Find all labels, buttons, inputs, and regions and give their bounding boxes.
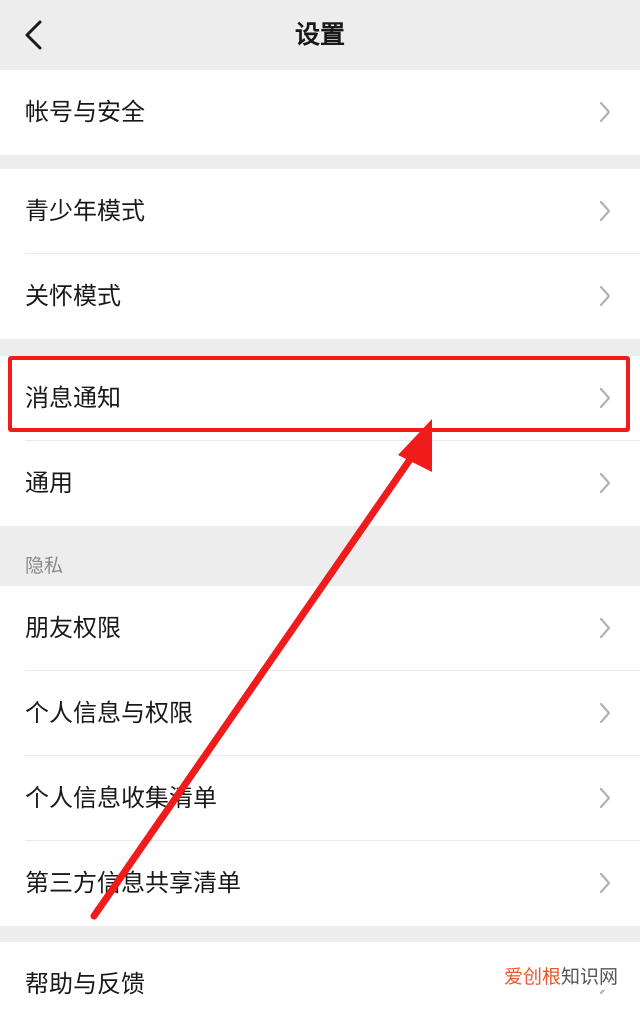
highlight-box	[8, 356, 630, 432]
settings-group-privacy: 朋友权限 个人信息与权限 个人信息收集清单 第三方信息共享清单	[0, 586, 640, 926]
chevron-right-icon	[599, 702, 611, 724]
page-title: 设置	[294, 20, 345, 49]
chevron-right-icon	[599, 787, 611, 809]
chevron-right-icon	[599, 617, 611, 639]
settings-item-label: 第三方信息共享清单	[25, 869, 241, 897]
settings-item-label: 通用	[25, 469, 73, 497]
settings-item-label: 个人信息与权限	[25, 699, 193, 727]
settings-item-label: 朋友权限	[25, 614, 121, 642]
settings-item-third-party-sharing[interactable]: 第三方信息共享清单	[0, 841, 640, 926]
settings-item-friend-permissions[interactable]: 朋友权限	[0, 586, 640, 671]
settings-item-account-security[interactable]: 帐号与安全	[0, 70, 640, 155]
settings-item-label: 关怀模式	[25, 282, 121, 310]
settings-item-general[interactable]: 通用	[0, 441, 640, 526]
chevron-right-icon	[599, 872, 611, 894]
settings-item-label: 个人信息收集清单	[25, 784, 217, 812]
watermark-accent: 爱创根	[503, 966, 561, 988]
nav-bar: 设置	[0, 0, 640, 70]
section-caption-privacy: 隐私	[25, 555, 64, 577]
chevron-right-icon	[599, 101, 611, 123]
chevron-right-icon	[599, 200, 611, 222]
settings-item-label: 帐号与安全	[25, 98, 145, 126]
chevron-right-icon	[599, 285, 611, 307]
watermark-text: 知识网	[560, 966, 618, 988]
settings-item-personal-info-collection[interactable]: 个人信息收集清单	[0, 756, 640, 841]
settings-item-label: 帮助与反馈	[25, 970, 145, 998]
settings-item-care-mode[interactable]: 关怀模式	[0, 254, 640, 339]
chevron-right-icon	[599, 472, 611, 494]
watermark: 爱创根知识网	[501, 964, 620, 990]
settings-item-label: 青少年模式	[25, 197, 145, 225]
settings-group-modes: 青少年模式 关怀模式	[0, 169, 640, 339]
settings-item-teen-mode[interactable]: 青少年模式	[0, 169, 640, 254]
settings-item-personal-info-permissions[interactable]: 个人信息与权限	[0, 671, 640, 756]
settings-group-account: 帐号与安全	[0, 70, 640, 155]
